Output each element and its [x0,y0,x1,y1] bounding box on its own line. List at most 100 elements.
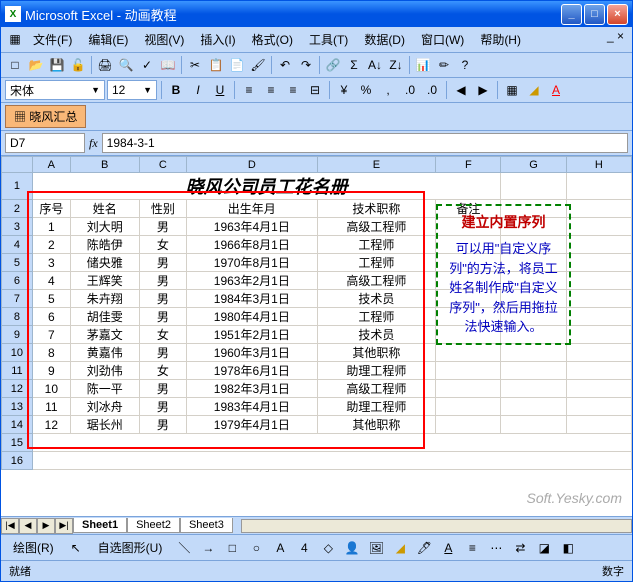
col-header[interactable]: B [70,157,139,173]
open-icon[interactable]: 📂 [26,55,46,75]
menu-edit[interactable]: 编辑(E) [80,29,136,50]
drawing-icon[interactable]: ✏ [434,55,454,75]
select-all-corner[interactable] [2,157,33,173]
select-icon[interactable]: ↖ [66,538,86,558]
row-header[interactable]: 15 [2,434,33,452]
cell[interactable]: 高级工程师 [317,218,436,236]
cell[interactable]: 工程师 [317,236,436,254]
cell[interactable]: 男 [139,272,186,290]
cell[interactable]: 1 [32,218,70,236]
cell[interactable]: 陈一平 [70,380,139,398]
cell[interactable]: 黄嘉伟 [70,344,139,362]
decrease-indent-button[interactable]: ◀ [451,80,471,100]
textbox-icon[interactable]: A [270,538,290,558]
bold-button[interactable]: B [166,80,186,100]
linecolor-icon[interactable]: 🖊 [414,538,434,558]
sum-icon[interactable]: Σ [344,55,364,75]
menu-window[interactable]: 窗口(W) [413,29,472,50]
italic-button[interactable]: I [188,80,208,100]
linestyle-icon[interactable]: ≡ [462,538,482,558]
nav-next-button[interactable]: ▶ [37,518,55,534]
cell[interactable]: 工程师 [317,308,436,326]
cell[interactable]: 琚长州 [70,416,139,434]
sheet-tab[interactable]: Sheet1 [73,518,127,533]
cell[interactable]: 1978年6月1日 [187,362,318,380]
new-icon[interactable]: □ [5,55,25,75]
fontcolor-icon[interactable]: A [438,538,458,558]
menu-data[interactable]: 数据(D) [356,29,413,50]
workbook-tab[interactable]: ▦ 晓风汇总 [5,105,86,128]
row-header[interactable]: 11 [2,362,33,380]
cell[interactable]: 1963年4月1日 [187,218,318,236]
cell[interactable]: 刘大明 [70,218,139,236]
cell[interactable]: 男 [139,290,186,308]
rect-icon[interactable]: □ [222,538,242,558]
nav-last-button[interactable]: ▶| [55,518,73,534]
arrow-icon[interactable]: → [198,538,218,558]
nav-first-button[interactable]: |◀ [1,518,19,534]
close-button[interactable]: × [607,4,628,25]
cell[interactable]: 6 [32,308,70,326]
font-color-button[interactable]: A [546,80,566,100]
cell[interactable]: 其他职称 [317,416,436,434]
row-header[interactable]: 6 [2,272,33,290]
cell[interactable]: 1983年4月1日 [187,398,318,416]
row-header[interactable]: 13 [2,398,33,416]
cell[interactable]: 10 [32,380,70,398]
cell[interactable]: 9 [32,362,70,380]
maximize-button[interactable]: □ [584,4,605,25]
row-header[interactable]: 10 [2,344,33,362]
permission-icon[interactable]: 🔓 [68,55,88,75]
row-header[interactable]: 9 [2,326,33,344]
cell[interactable]: 男 [139,398,186,416]
hyperlink-icon[interactable]: 🔗 [323,55,343,75]
cell[interactable]: 1980年4月1日 [187,308,318,326]
cell[interactable]: 1966年8月1日 [187,236,318,254]
cell[interactable]: 男 [139,344,186,362]
col-header[interactable]: H [566,157,631,173]
align-center-button[interactable]: ≡ [261,80,281,100]
font-name-select[interactable]: 宋体▼ [5,80,105,100]
cell[interactable] [436,398,501,416]
cell[interactable] [436,362,501,380]
cell[interactable]: 男 [139,308,186,326]
cell[interactable] [436,380,501,398]
row-header[interactable]: 16 [2,452,33,470]
chart-icon[interactable]: 📊 [413,55,433,75]
sort-desc-icon[interactable]: Z↓ [386,55,406,75]
cell[interactable]: 技术职称 [317,200,436,218]
cell[interactable]: 工程师 [317,254,436,272]
cell[interactable]: 1970年8月1日 [187,254,318,272]
undo-icon[interactable]: ↶ [275,55,295,75]
menu-insert[interactable]: 插入(I) [192,29,243,50]
line-icon[interactable]: ＼ [174,538,194,558]
merge-button[interactable]: ⊟ [305,80,325,100]
cell[interactable]: 助理工程师 [317,362,436,380]
row-header[interactable]: 3 [2,218,33,236]
copy-icon[interactable]: 📋 [206,55,226,75]
percent-button[interactable]: % [356,80,376,100]
dashstyle-icon[interactable]: ⋯ [486,538,506,558]
menu-format[interactable]: 格式(O) [244,29,301,50]
underline-button[interactable]: U [210,80,230,100]
row-header[interactable]: 4 [2,236,33,254]
align-left-button[interactable]: ≡ [239,80,259,100]
col-header[interactable]: F [436,157,501,173]
formula-input[interactable]: 1984-3-1 [102,133,628,153]
cell[interactable]: 女 [139,326,186,344]
comma-button[interactable]: , [378,80,398,100]
cell[interactable]: 1984年3月1日 [187,290,318,308]
currency-button[interactable]: ¥ [334,80,354,100]
row-header[interactable]: 5 [2,254,33,272]
cell[interactable]: 女 [139,236,186,254]
picture-icon[interactable]: 🖼 [366,538,386,558]
cell[interactable]: 性别 [139,200,186,218]
cell[interactable]: 刘冰舟 [70,398,139,416]
col-header[interactable]: C [139,157,186,173]
paste-icon[interactable]: 📄 [227,55,247,75]
draw-menu[interactable]: 绘图(R) [5,537,62,558]
cell[interactable]: 高级工程师 [317,272,436,290]
row-header[interactable]: 12 [2,380,33,398]
cell[interactable]: 11 [32,398,70,416]
help-input[interactable]: _ × [603,29,628,50]
